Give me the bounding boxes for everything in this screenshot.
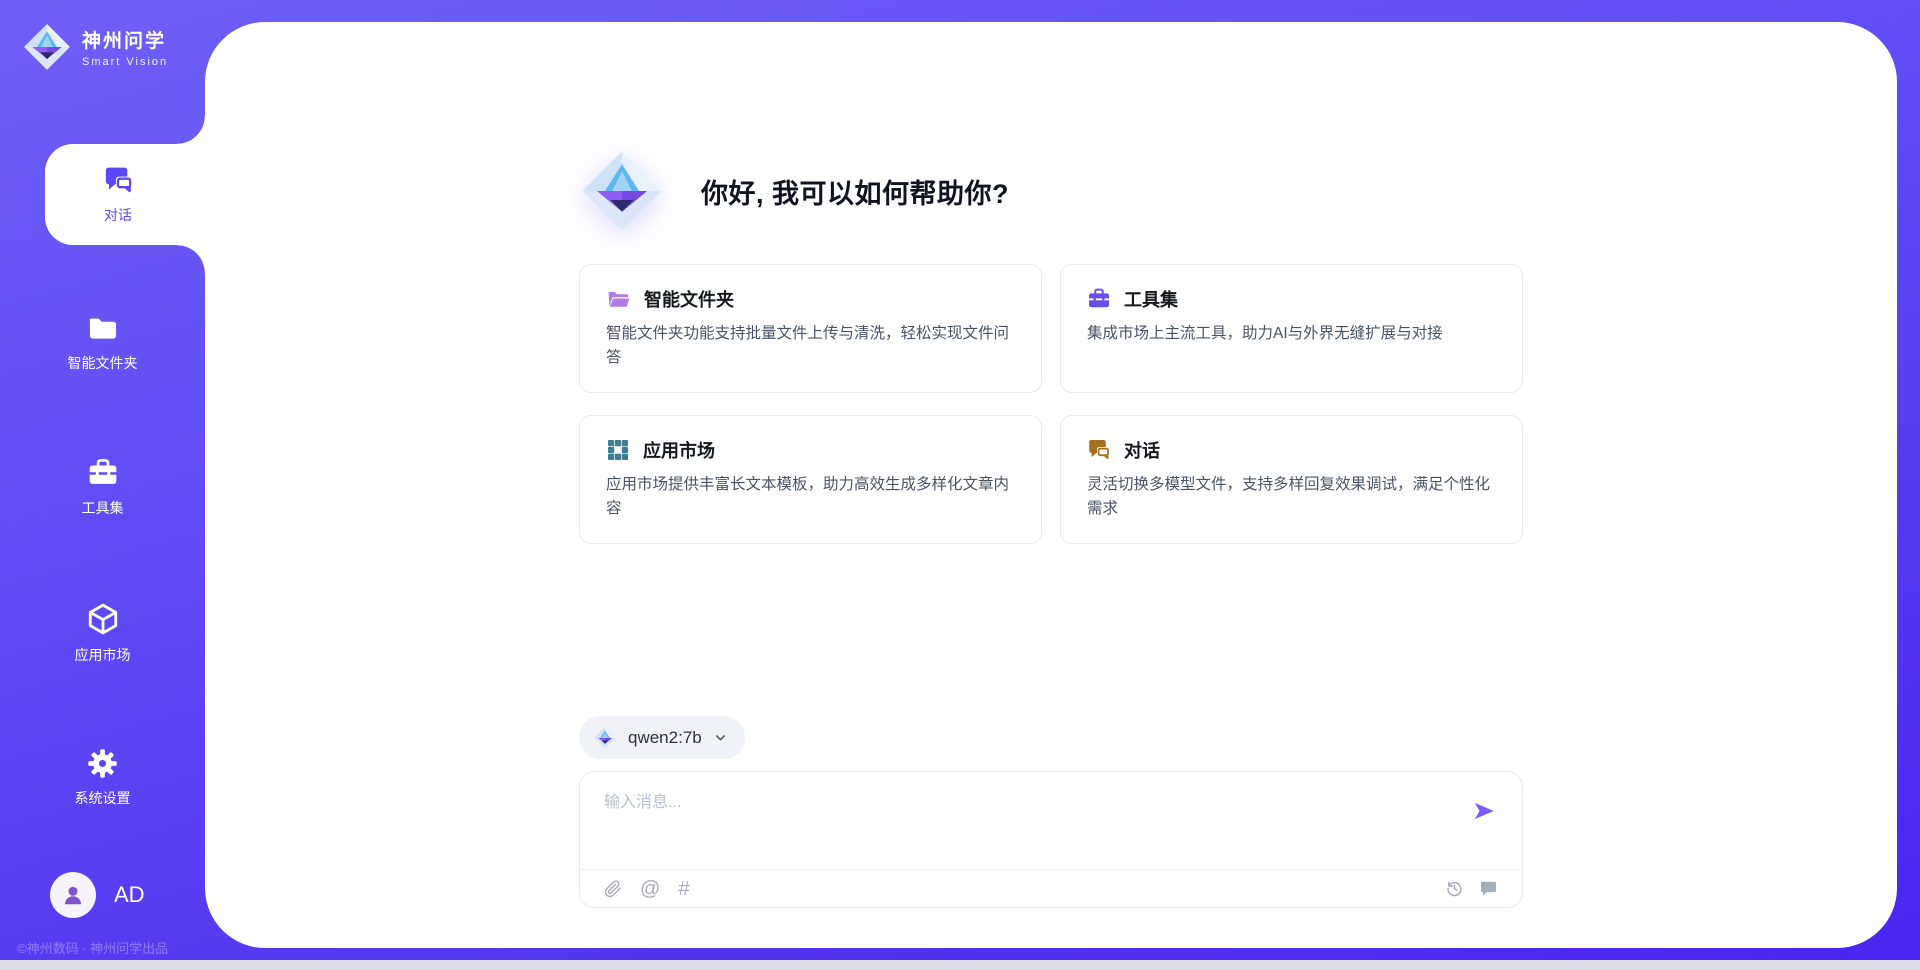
sidebar: 神州问学 Smart Vision 对话 智能文件夹 工具集 [0, 0, 205, 970]
model-name: qwen2:7b [628, 728, 702, 748]
paperclip-icon [604, 880, 622, 898]
card-description: 智能文件夹功能支持批量文件上传与清洗，轻松实现文件问答 [606, 322, 1015, 370]
new-chat-button[interactable] [1479, 879, 1498, 898]
gear-icon [87, 748, 118, 779]
hashtag-button[interactable]: # [678, 879, 689, 899]
sidebar-item-label: 应用市场 [75, 645, 131, 665]
card-title: 工具集 [1124, 286, 1178, 312]
chat-bubble-icon [1479, 879, 1498, 898]
card-app-market[interactable]: 应用市场 应用市场提供丰富长文本模板，助力高效生成多样化文章内容 [579, 415, 1042, 544]
folder-open-icon [606, 287, 631, 312]
model-diamond-icon [593, 726, 617, 750]
grid-icon [606, 438, 630, 462]
avatar [50, 872, 96, 918]
sidebar-item-label: 系统设置 [75, 788, 131, 808]
card-title: 对话 [1124, 437, 1160, 463]
copyright-footer: ©神州数码 · 神州问学出品 [17, 938, 168, 957]
model-selector[interactable]: qwen2:7b [579, 716, 745, 759]
greeting-row: 你好, 我可以如何帮助你? [579, 148, 1523, 234]
chevron-down-icon [713, 730, 728, 745]
main-panel: 你好, 我可以如何帮助你? 智能文件夹 智能文件夹功能支持批量文件上传与清洗，轻… [205, 22, 1897, 948]
sidebar-item-label: 对话 [104, 205, 132, 225]
sidebar-item-smart-folder[interactable]: 智能文件夹 [0, 292, 205, 392]
feature-cards: 智能文件夹 智能文件夹功能支持批量文件上传与清洗，轻松实现文件问答 工具集 集成… [579, 264, 1523, 544]
card-smart-folder[interactable]: 智能文件夹 智能文件夹功能支持批量文件上传与清洗，轻松实现文件问答 [579, 264, 1042, 393]
person-icon [60, 882, 86, 908]
greeting-text: 你好, 我可以如何帮助你? [701, 172, 1009, 211]
mention-button[interactable]: @ [640, 879, 660, 899]
brand-subtitle: Smart Vision [82, 56, 168, 68]
card-toolset[interactable]: 工具集 集成市场上主流工具，助力AI与外界无缝扩展与对接 [1060, 264, 1523, 393]
brand-name: 神州问学 [82, 26, 168, 53]
history-button[interactable] [1445, 879, 1464, 898]
card-title: 应用市场 [643, 437, 715, 463]
card-chat[interactable]: 对话 灵活切换多模型文件，支持多样回复效果调试，满足个性化需求 [1060, 415, 1523, 544]
chat-icon [1087, 438, 1111, 462]
card-description: 应用市场提供丰富长文本模板，助力高效生成多样化文章内容 [606, 473, 1015, 521]
folder-icon [87, 312, 119, 344]
user-profile[interactable]: AD [50, 872, 145, 918]
sidebar-item-app-market[interactable]: 应用市场 [0, 583, 205, 683]
user-initials: AD [114, 882, 145, 908]
briefcase-icon [87, 457, 119, 489]
sidebar-item-toolset[interactable]: 工具集 [0, 437, 205, 537]
card-description: 集成市场上主流工具，助力AI与外界无缝扩展与对接 [1087, 322, 1496, 346]
send-icon[interactable] [1471, 798, 1497, 824]
attach-file-button[interactable] [604, 880, 622, 898]
message-composer: @ # [579, 771, 1523, 908]
sidebar-item-label: 工具集 [82, 498, 124, 518]
assistant-diamond-icon [579, 148, 665, 234]
sidebar-item-settings[interactable]: 系统设置 [0, 728, 205, 828]
message-input[interactable] [604, 788, 1458, 852]
window-bottom-edge [0, 960, 1920, 970]
history-clock-icon [1445, 879, 1464, 898]
sidebar-item-chat[interactable]: 对话 [45, 144, 205, 245]
chat-icon [103, 165, 134, 196]
briefcase-icon [1087, 287, 1111, 311]
card-description: 灵活切换多模型文件，支持多样回复效果调试，满足个性化需求 [1087, 473, 1496, 521]
brand-logo: 神州问学 Smart Vision [22, 22, 168, 72]
brand-diamond-icon [22, 22, 72, 72]
sidebar-item-label: 智能文件夹 [68, 353, 138, 373]
cube-icon [86, 602, 120, 636]
card-title: 智能文件夹 [644, 286, 734, 312]
